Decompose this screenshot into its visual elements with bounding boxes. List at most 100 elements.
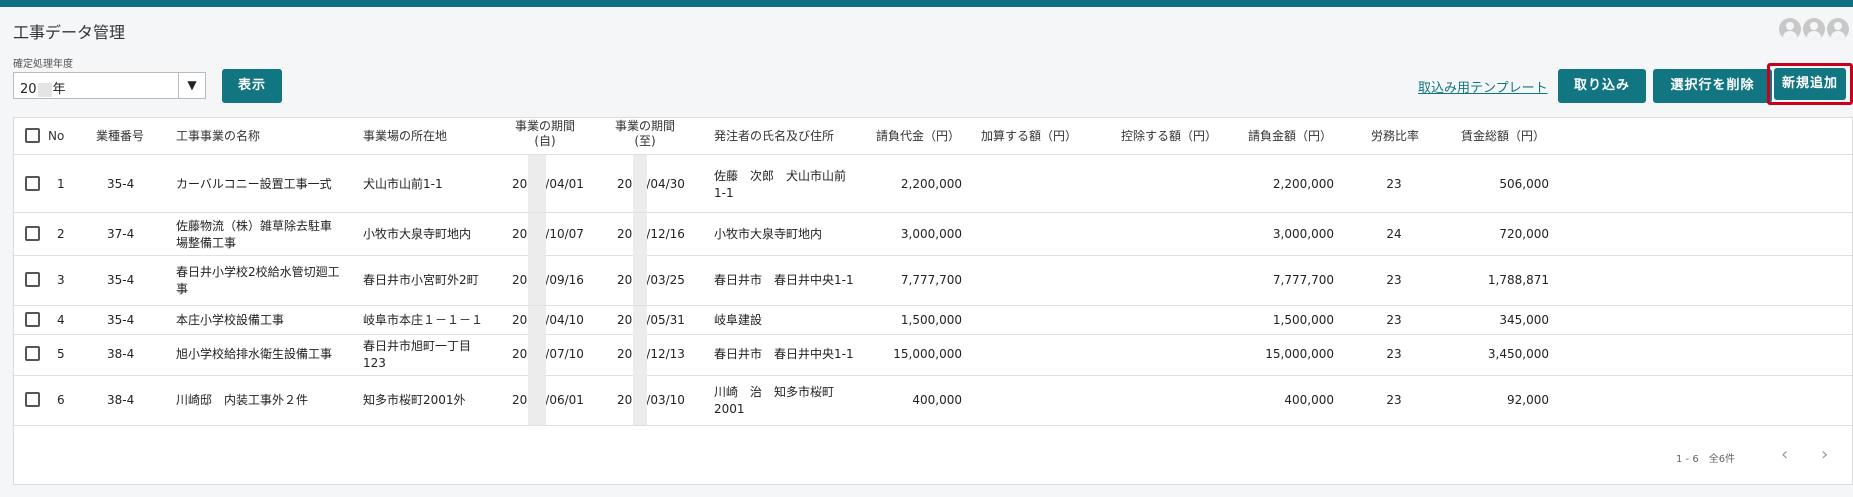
user-avatar-icon[interactable] [1827,18,1849,40]
user-avatar-icon[interactable] [1803,18,1825,40]
client-name-address: 小牧市大泉寺町地内 [714,227,823,241]
period-from: 20/06/01 [512,393,584,407]
industry-code: 38-4 [107,347,135,361]
table-row[interactable]: 1 35-4 カーバルコニー設置工事一式 犬山市山前1-1 20/04/01 20/04/… [14,155,1852,213]
project-location: 春日井市小宮町外2町 [363,273,479,287]
row-checkbox[interactable] [25,272,40,287]
client-name-address: 佐藤 次郎 犬山市山前 1-1 [714,169,847,200]
masked-text [528,375,546,425]
total-wage: 345,000 [1499,313,1549,327]
year-label: 確定処理年度 [13,59,73,70]
contract-amount: 7,777,700 [1272,273,1334,287]
period-from: 20/07/10 [512,347,584,361]
column-header: 業種番号 [96,129,145,143]
row-checkbox[interactable] [25,312,40,327]
masked-text [633,155,647,212]
add-button-highlight: 新規追加 [1767,63,1853,105]
masked-text [633,375,647,425]
row-checkbox[interactable] [25,226,40,241]
project-name: 春日井小学校2校給水管切廻工 事 [176,265,340,296]
project-location: 春日井市旭町一丁目 123 [363,339,472,370]
project-location: 岐阜市本庄１－１－１ [363,313,484,327]
period-to: 20/05/31 [617,313,685,327]
previous-page-icon[interactable]: ‹ [1781,444,1788,465]
project-name: カーバルコニー設置工事一式 [176,177,332,191]
period-from: 20/09/16 [512,273,584,287]
column-header: 控除する額（円） [1121,129,1218,143]
row-number: 1 [57,177,65,191]
period-from: 20/04/10 [512,313,584,327]
labor-ratio: 23 [1386,393,1402,407]
select-all-checkbox[interactable] [25,128,40,143]
masked-text [633,333,647,375]
table-row[interactable]: 5 38-4 旭小学校給排水衛生設備工事 春日井市旭町一丁目 123 20/07/10 2… [14,333,1852,376]
row-number: 4 [57,313,65,327]
period-from: 20/10/07 [512,227,584,241]
template-download-link[interactable]: 取込み用テンプレート [1418,77,1548,96]
contract-price: 2,200,000 [900,177,962,191]
masked-text [528,333,546,375]
masked-text [528,255,546,305]
next-page-icon[interactable]: › [1821,444,1828,465]
client-name-address: 川崎 治 知多市桜町 2001 [714,385,835,416]
client-name-address: 春日井市 春日井中央1-1 [714,347,854,361]
masked-text [528,306,546,334]
contract-price: 1,500,000 [900,313,962,327]
project-location: 犬山市山前1-1 [363,177,443,191]
contract-amount: 3,000,000 [1272,227,1334,241]
page-title: 工事データ管理 [13,23,126,42]
table-row[interactable]: 3 35-4 春日井小学校2校給水管切廻工 事 春日井市小宮町外2町 20/09/16 2… [14,255,1852,306]
client-name-address: 春日井市 春日井中央1-1 [714,273,854,287]
project-name: 佐藤物流（株）雑草除去駐車 場整備工事 [176,219,333,250]
contract-price: 400,000 [912,393,962,407]
row-checkbox[interactable] [25,392,40,407]
masked-text [633,255,647,305]
contract-amount: 2,200,000 [1272,177,1334,191]
period-to: 20/04/30 [617,177,685,191]
masked-text [528,213,546,255]
column-header: 事業場の所在地 [363,129,448,143]
dropdown-arrow-icon[interactable]: ▼ [178,73,205,98]
period-to: 20/12/16 [617,227,685,241]
contract-amount: 15,000,000 [1265,347,1334,361]
period-to: 20/12/13 [617,347,685,361]
row-number: 5 [57,347,65,361]
row-checkbox[interactable] [25,176,40,191]
project-location: 知多市桜町2001外 [363,393,466,407]
table-row[interactable]: 4 35-4 本庄小学校設備工事 岐阜市本庄１－１－１ 20/04/10 20/05/31… [14,306,1852,335]
column-header: 工事事業の名称 [176,129,261,143]
delete-selected-button[interactable]: 選択行を削除 [1653,69,1772,103]
column-header: 請負代金（円） [876,129,961,143]
project-name: 川崎邸 内装工事外２件 [176,393,309,407]
column-header: 賃金総額（円） [1461,129,1546,143]
row-number: 6 [57,393,65,407]
project-name: 旭小学校給排水衛生設備工事 [176,347,333,361]
total-wage: 720,000 [1499,227,1549,241]
labor-ratio: 23 [1386,273,1402,287]
masked-text [528,155,546,212]
year-value: 20 年 [20,82,66,97]
add-new-button[interactable]: 新規追加 [1774,68,1846,100]
column-header: 加算する額（円） [981,129,1078,143]
user-avatars[interactable] [1779,18,1849,40]
data-table: No 業種番号 工事事業の名称 事業場の所在地 事業の期間 (自) 事業の期間 … [13,117,1853,485]
industry-code: 35-4 [107,273,135,287]
row-checkbox[interactable] [25,346,40,361]
column-header: 請負金額（円） [1248,129,1333,143]
project-location: 小牧市大泉寺町地内 [363,227,472,241]
table-row[interactable]: 6 38-4 川崎邸 内装工事外２件 知多市桜町2001外 20/06/01 20/03/… [14,375,1852,426]
year-select[interactable]: 20 年 ▼ [13,72,206,99]
show-button[interactable]: 表示 [222,69,282,103]
table-header: No 業種番号 工事事業の名称 事業場の所在地 事業の期間 (自) 事業の期間 … [14,118,1852,155]
table-row[interactable]: 2 37-4 佐藤物流（株）雑草除去駐車 場整備工事 小牧市大泉寺町地内 20/10/0… [14,213,1852,256]
masked-text [633,213,647,255]
masked-text [37,82,52,97]
masked-text [633,306,647,334]
user-avatar-icon[interactable] [1779,18,1801,40]
contract-price: 7,777,700 [900,273,962,287]
period-to: 20/03/10 [617,393,685,407]
total-wage: 506,000 [1499,177,1549,191]
column-header: 労務比率 [1371,129,1420,143]
industry-code: 37-4 [107,227,135,241]
import-button[interactable]: 取り込み [1558,69,1646,103]
